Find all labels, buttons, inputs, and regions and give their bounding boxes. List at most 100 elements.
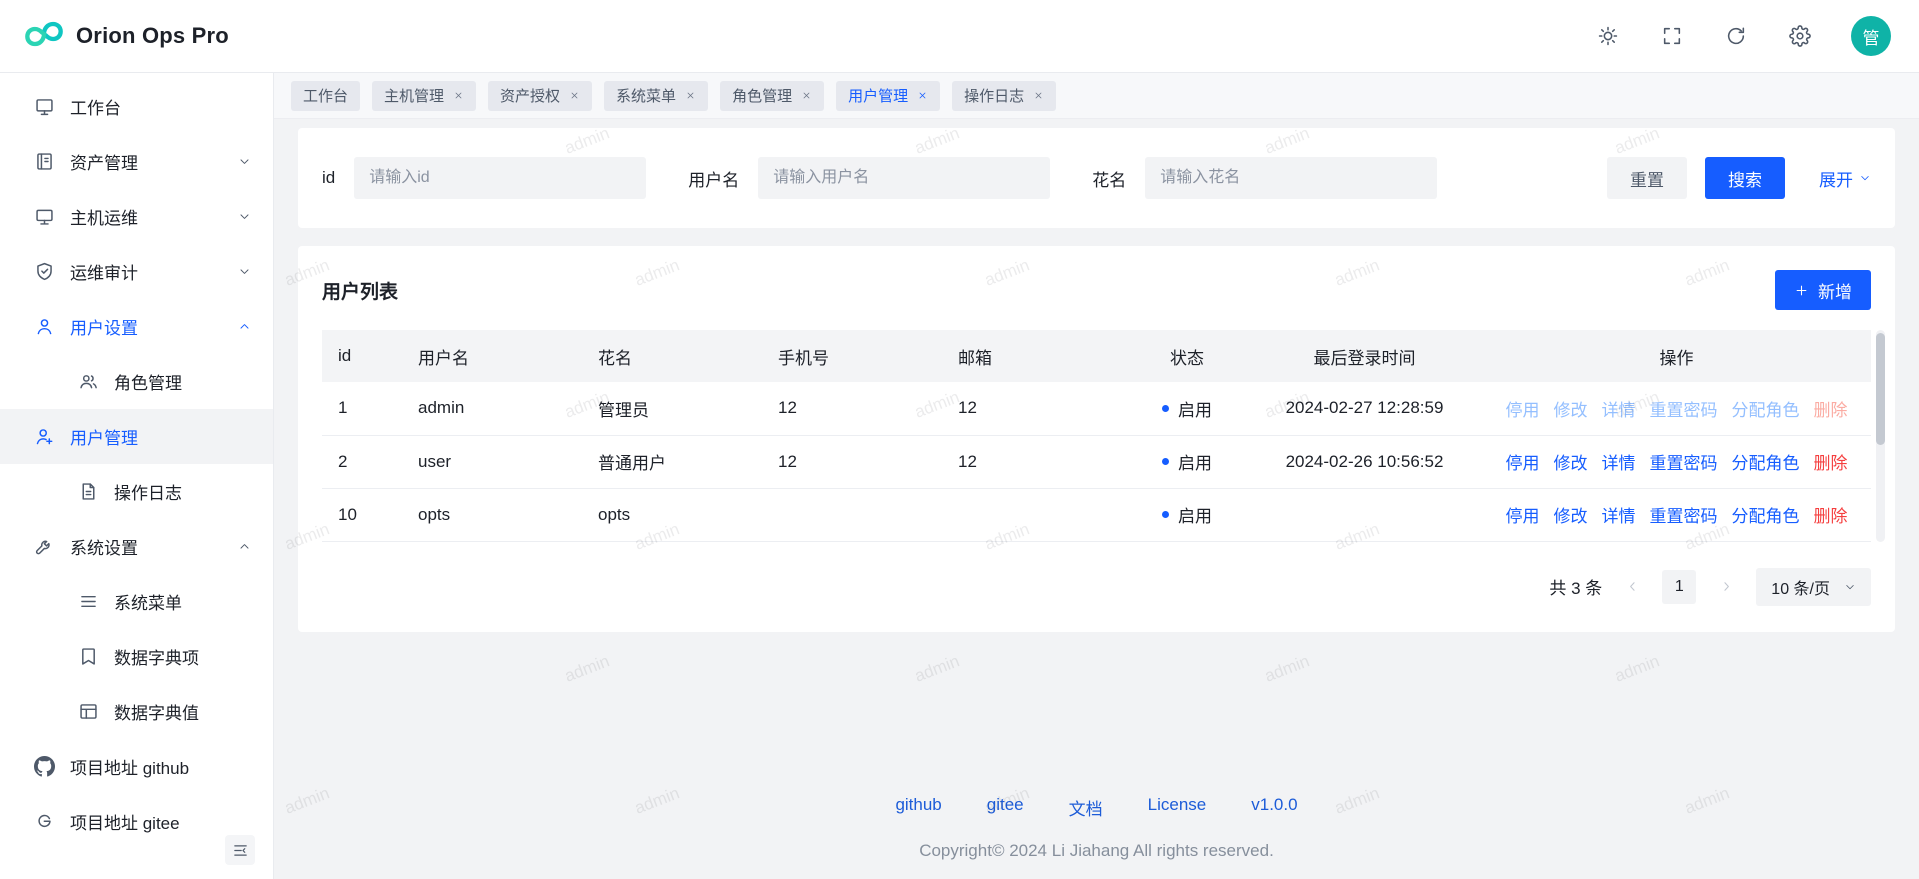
action-reset-password[interactable]: 重置密码 <box>1650 449 1718 474</box>
table-row[interactable]: 1 admin 管理员 12 12 启用 2024-02-27 12:28:59… <box>322 382 1871 435</box>
action-edit[interactable]: 修改 <box>1554 449 1588 474</box>
sidebar-item-user-management[interactable]: 用户管理 <box>0 409 273 464</box>
footer-link-gitee[interactable]: gitee <box>987 795 1024 820</box>
sidebar-collapse-button[interactable] <box>225 835 255 865</box>
cell-last-login <box>1247 488 1482 541</box>
tab-asset-authorization[interactable]: 资产授权 <box>488 81 592 111</box>
sidebar-item-role-management[interactable]: 角色管理 <box>0 354 273 409</box>
refresh-icon[interactable] <box>1723 23 1749 49</box>
header-actions: 管 <box>1595 16 1891 56</box>
table-row[interactable]: 10 opts opts 启用 停用 修改 <box>322 488 1871 541</box>
action-delete[interactable]: 删除 <box>1814 449 1848 474</box>
theme-toggle-icon[interactable] <box>1595 23 1621 49</box>
sidebar-item-dict-values[interactable]: 数据字典值 <box>0 684 273 739</box>
action-delete[interactable]: 删除 <box>1814 396 1848 421</box>
search-field-id: id <box>322 157 646 199</box>
sidebar-item-system-menu[interactable]: 系统菜单 <box>0 574 273 629</box>
tab-user-management[interactable]: 用户管理 <box>836 81 940 111</box>
close-icon[interactable] <box>917 90 928 101</box>
cell-id: 10 <box>322 488 402 541</box>
action-assign-role[interactable]: 分配角色 <box>1732 502 1800 527</box>
app-logo-icon <box>24 14 64 59</box>
host-monitor-icon <box>34 206 55 227</box>
id-input[interactable] <box>354 157 646 199</box>
table-row[interactable]: 2 user 普通用户 12 12 启用 2024-02-26 10:56:52… <box>322 435 1871 488</box>
sidebar-item-assets[interactable]: 资产管理 <box>0 134 273 189</box>
tab-workbench[interactable]: 工作台 <box>291 81 360 111</box>
search-card: id 用户名 花名 重置 搜索 展开 <box>298 128 1895 228</box>
sidebar-item-system-settings[interactable]: 系统设置 <box>0 519 273 574</box>
footer-link-docs[interactable]: 文档 <box>1069 795 1103 820</box>
github-icon <box>34 756 55 777</box>
search-actions: 重置 搜索 展开 <box>1607 157 1871 199</box>
reset-button[interactable]: 重置 <box>1607 157 1687 199</box>
table-scrollbar[interactable] <box>1876 330 1885 542</box>
copyright: Copyright© 2024 Li Jiahang All rights re… <box>298 841 1895 861</box>
action-edit[interactable]: 修改 <box>1554 396 1588 421</box>
sidebar-item-label: 项目地址 github <box>70 754 189 779</box>
cell-email: 12 <box>942 382 1127 435</box>
gitee-icon <box>34 811 55 832</box>
plus-icon <box>1794 283 1809 298</box>
tab-role-management[interactable]: 角色管理 <box>720 81 824 111</box>
user-avatar[interactable]: 管 <box>1851 16 1891 56</box>
user-list-card: 用户列表 新增 <box>298 246 1895 632</box>
action-assign-role[interactable]: 分配角色 <box>1732 396 1800 421</box>
action-disable[interactable]: 停用 <box>1506 449 1540 474</box>
tab-label: 工作台 <box>303 85 348 106</box>
sidebar-item-user-settings[interactable]: 用户设置 <box>0 299 273 354</box>
action-disable[interactable]: 停用 <box>1506 396 1540 421</box>
search-button[interactable]: 搜索 <box>1705 157 1785 199</box>
footer-link-github[interactable]: github <box>895 795 941 820</box>
status-label: 启用 <box>1178 396 1212 421</box>
chevron-down-icon <box>1859 172 1871 184</box>
sidebar-item-workbench[interactable]: 工作台 <box>0 79 273 134</box>
tab-label: 系统菜单 <box>616 85 676 106</box>
pagination-prev-button[interactable] <box>1619 574 1645 600</box>
add-user-button[interactable]: 新增 <box>1775 270 1871 310</box>
sidebar-item-host-ops[interactable]: 主机运维 <box>0 189 273 244</box>
expand-toggle[interactable]: 展开 <box>1819 166 1871 191</box>
sidebar-item-audit[interactable]: 运维审计 <box>0 244 273 299</box>
action-reset-password[interactable]: 重置密码 <box>1650 396 1718 421</box>
expand-label: 展开 <box>1819 166 1853 191</box>
tab-operation-log[interactable]: 操作日志 <box>952 81 1056 111</box>
pagination-page-1[interactable]: 1 <box>1662 570 1696 604</box>
sidebar-item-label: 工作台 <box>70 94 121 119</box>
close-icon[interactable] <box>453 90 464 101</box>
settings-gear-icon[interactable] <box>1787 23 1813 49</box>
page-size-select[interactable]: 10 条/页 <box>1756 568 1871 606</box>
menu-lines-icon <box>78 591 99 612</box>
sidebar-item-dict-keys[interactable]: 数据字典项 <box>0 629 273 684</box>
tab-system-menu[interactable]: 系统菜单 <box>604 81 708 111</box>
action-edit[interactable]: 修改 <box>1554 502 1588 527</box>
username-input[interactable] <box>758 157 1050 199</box>
sidebar-item-operation-log[interactable]: 操作日志 <box>0 464 273 519</box>
pagination-next-button[interactable] <box>1713 574 1739 600</box>
nickname-input[interactable] <box>1145 157 1437 199</box>
column-header: 手机号 <box>762 330 942 382</box>
tab-label: 主机管理 <box>384 85 444 106</box>
close-icon[interactable] <box>685 90 696 101</box>
sidebar-item-github[interactable]: 项目地址 github <box>0 739 273 794</box>
close-icon[interactable] <box>801 90 812 101</box>
action-reset-password[interactable]: 重置密码 <box>1650 502 1718 527</box>
close-icon[interactable] <box>1033 90 1044 101</box>
action-disable[interactable]: 停用 <box>1506 502 1540 527</box>
action-assign-role[interactable]: 分配角色 <box>1732 449 1800 474</box>
cell-nickname: 管理员 <box>582 382 762 435</box>
footer-link-license[interactable]: License <box>1148 795 1207 820</box>
scrollbar-thumb[interactable] <box>1876 333 1885 445</box>
chevron-up-icon <box>238 320 251 333</box>
brand[interactable]: Orion Ops Pro <box>24 14 229 59</box>
fullscreen-icon[interactable] <box>1659 23 1685 49</box>
footer-link-version[interactable]: v1.0.0 <box>1251 795 1297 820</box>
action-delete[interactable]: 删除 <box>1814 502 1848 527</box>
chevron-down-icon <box>238 265 251 278</box>
action-detail[interactable]: 详情 <box>1602 502 1636 527</box>
close-icon[interactable] <box>569 90 580 101</box>
action-detail[interactable]: 详情 <box>1602 396 1636 421</box>
card-title: 用户列表 <box>322 277 398 304</box>
tab-host-management[interactable]: 主机管理 <box>372 81 476 111</box>
action-detail[interactable]: 详情 <box>1602 449 1636 474</box>
